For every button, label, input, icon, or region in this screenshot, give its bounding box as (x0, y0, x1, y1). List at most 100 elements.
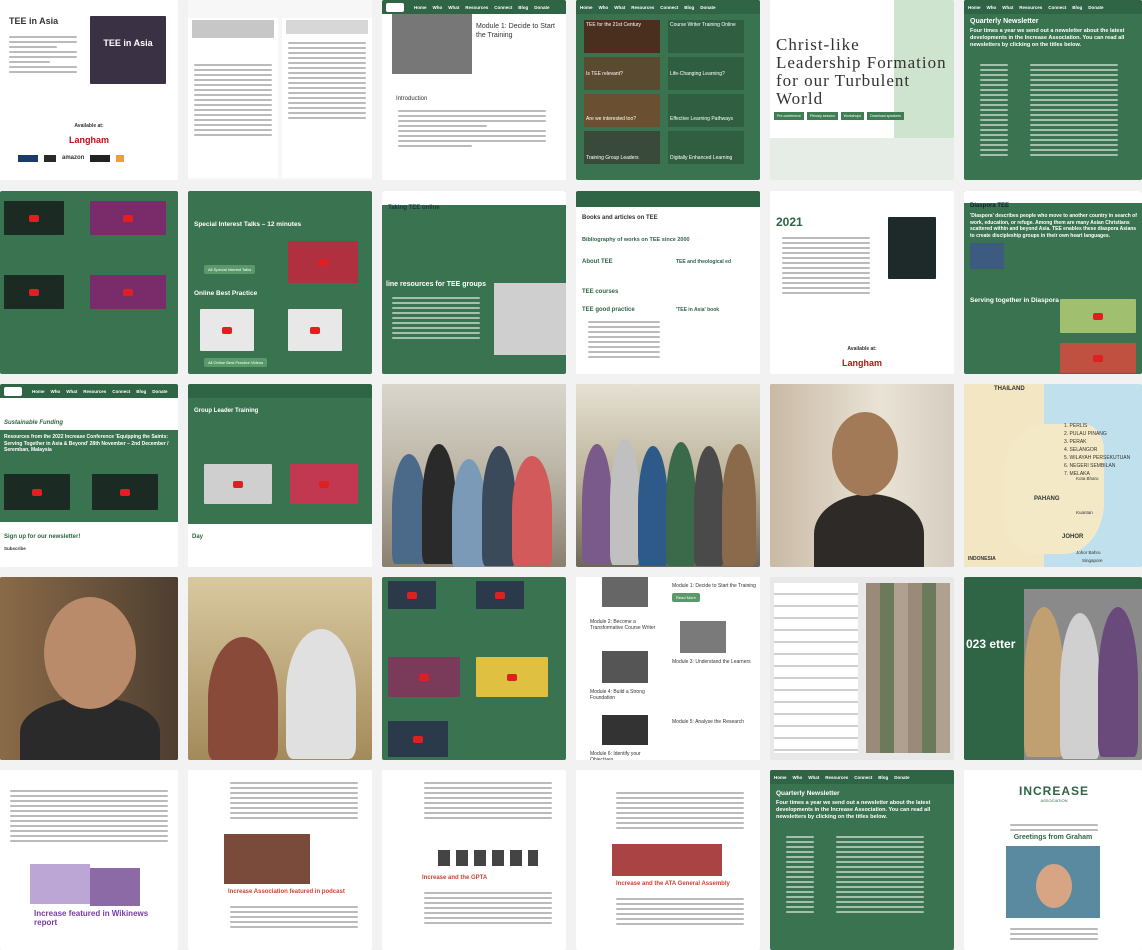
nav-item-blog[interactable]: Blog (136, 389, 146, 394)
nav-item-blog[interactable]: Blog (684, 5, 694, 10)
video-thumb[interactable]: Digitally Enhanced Learning (668, 131, 744, 164)
nav-item-resources[interactable]: Resources (631, 5, 654, 10)
nav-item-what[interactable]: What (448, 5, 459, 10)
nav-item-resources[interactable]: Resources (465, 5, 488, 10)
result-tile-training-tracks[interactable] (0, 191, 178, 374)
video-thumb[interactable] (288, 309, 342, 351)
result-tile-tee-in-asia-book[interactable]: TEE in Asia TEE in Asia Available at: La… (0, 0, 178, 180)
result-tile-video-list[interactable] (382, 577, 566, 760)
nav-item-home[interactable]: Home (580, 5, 593, 10)
read-more-button[interactable]: Read More (672, 593, 700, 602)
result-tile-greetings-graham[interactable]: INCREASE ASSOCIATION Greetings from Grah… (964, 770, 1142, 950)
video-thumb[interactable] (204, 464, 272, 504)
nav-item-donate[interactable]: Donate (1088, 5, 1103, 10)
result-tile-special-interest-talks[interactable]: Special Interest Talks – 12 minutes All … (188, 191, 372, 374)
module-link[interactable]: Module 6: Identify your Objectives (590, 751, 662, 760)
video-thumb[interactable] (90, 275, 166, 309)
video-thumb[interactable] (92, 474, 158, 510)
nav-item-resources[interactable]: Resources (1019, 5, 1042, 10)
video-thumb[interactable]: Course Writer Training Online (668, 20, 744, 53)
result-tile-quarterly-newsletter[interactable]: Home Who What Resources Connect Blog Donate Qu… (964, 0, 1142, 180)
result-tile-two-men-photo[interactable] (188, 577, 372, 760)
result-tile-sustainable-funding[interactable]: Home Who What Resources Connect Blog Donate Su… (0, 384, 178, 567)
result-tile-article-pages[interactable] (188, 0, 372, 180)
video-thumb[interactable] (1060, 343, 1136, 373)
nav-item-resources[interactable]: Resources (825, 775, 848, 780)
nav-item-donate[interactable]: Donate (534, 5, 549, 10)
result-tile-group-photo-1[interactable] (382, 384, 566, 567)
nav-item-who[interactable]: Who (793, 775, 803, 780)
nav-item-connect[interactable]: Connect (854, 775, 872, 780)
result-tile-tee-video-grid[interactable]: Home Who What Resources Connect Blog Donate TE… (576, 0, 760, 180)
video-thumb[interactable] (388, 721, 448, 757)
module-link[interactable]: Module 4: Build a Strong Foundation (590, 689, 662, 701)
conference-button[interactable]: Pre-conference (774, 112, 804, 120)
result-tile-group-photo-2[interactable] (576, 384, 760, 567)
nav-item-donate[interactable]: Donate (700, 5, 715, 10)
result-tile-course-writer-modules[interactable]: Module 1: Decide to Start the Training R… (576, 577, 760, 760)
result-tile-malaysia-map[interactable]: THAILAND 1. PERLIS 2. PULAU PINANG 3. PE… (964, 384, 1142, 567)
video-thumb[interactable] (200, 309, 254, 351)
nav-item-who[interactable]: Who (987, 5, 997, 10)
nav-item-who[interactable]: Who (599, 5, 609, 10)
video-thumb[interactable]: Training Group Leaders (584, 131, 660, 164)
result-tile-ata-article[interactable]: Increase and the ATA General Assembly (576, 770, 760, 950)
video-thumb[interactable]: Effective Learning Pathways (668, 94, 744, 127)
nav-item-home[interactable]: Home (32, 389, 45, 394)
all-talks-button[interactable]: All Special Interest Talks (204, 265, 256, 274)
video-thumb[interactable]: Is TEE relevant? (584, 57, 660, 90)
video-thumb[interactable] (4, 275, 64, 309)
result-tile-taking-tee-online[interactable]: Taking TEE online line resources for TEE… (382, 191, 566, 374)
video-thumb[interactable] (388, 581, 436, 609)
result-tile-podcast-article[interactable]: Increase Association featured in podcast (188, 770, 372, 950)
video-thumb[interactable] (90, 201, 166, 235)
result-tile-group-leader-training[interactable]: Group Leader Training Day (188, 384, 372, 567)
nav-item-donate[interactable]: Donate (152, 389, 167, 394)
bibliography-link[interactable]: Bibliography of works on TEE since 2000 (582, 237, 690, 243)
video-thumb[interactable] (4, 201, 64, 235)
nav-item-what[interactable]: What (808, 775, 819, 780)
nav-item-connect[interactable]: Connect (660, 5, 678, 10)
result-tile-wikinews-report[interactable]: Increase featured in Wikinews report (0, 770, 178, 950)
nav-item-connect[interactable]: Connect (494, 5, 512, 10)
result-tile-tee-2021[interactable]: 2021 Available at: Langham (770, 191, 954, 374)
module-link[interactable]: Module 2: Become a Transformative Course… (590, 619, 662, 631)
result-tile-newsletter-collage[interactable]: 023 etter (964, 577, 1142, 760)
video-thumb[interactable]: TEE for the 21st Century (584, 20, 660, 53)
video-thumb[interactable] (476, 581, 524, 609)
nav-item-blog[interactable]: Blog (518, 5, 528, 10)
conference-button[interactable]: Workshops (840, 112, 865, 120)
conference-button[interactable]: Download speakers (867, 112, 904, 120)
nav-item-donate[interactable]: Donate (894, 775, 909, 780)
video-thumb[interactable] (288, 241, 358, 283)
nav-item-home[interactable]: Home (774, 775, 787, 780)
nav-item-what[interactable]: What (66, 389, 77, 394)
nav-item-what[interactable]: What (1002, 5, 1013, 10)
video-thumb[interactable]: Life-Changing Learning? (668, 57, 744, 90)
nav-item-resources[interactable]: Resources (83, 389, 106, 394)
nav-item-what[interactable]: What (614, 5, 625, 10)
result-tile-conference-banner[interactable]: Christ-like Leadership Formation for our… (770, 0, 954, 180)
nav-item-who[interactable]: Who (51, 389, 61, 394)
nav-item-home[interactable]: Home (414, 5, 427, 10)
module-link[interactable]: Module 5: Analyse the Research (672, 719, 756, 725)
all-online-videos-button[interactable]: All Online Best Practice Videos (204, 358, 268, 367)
result-tile-portrait-1[interactable] (770, 384, 954, 567)
video-thumb[interactable] (1060, 299, 1136, 333)
module-link[interactable]: Module 3: Understand the Learners (672, 659, 756, 665)
video-thumb[interactable] (476, 657, 548, 697)
nav-item-connect[interactable]: Connect (112, 389, 130, 394)
result-tile-gpta-article[interactable]: Increase and the GPTA (382, 770, 566, 950)
conference-button[interactable]: Plenary session (806, 112, 838, 120)
nav-item-who[interactable]: Who (433, 5, 443, 10)
result-tile-photo-collage[interactable] (770, 577, 954, 760)
result-tile-diaspora-tee[interactable]: Diaspora TEE 'Diaspora' describes people… (964, 191, 1142, 374)
result-tile-books-articles[interactable]: Books and articles on TEE Bibliography o… (576, 191, 760, 374)
video-thumb[interactable] (4, 474, 70, 510)
video-thumb[interactable] (388, 657, 460, 697)
result-tile-portrait-2[interactable] (0, 577, 178, 760)
result-tile-quarterly-newsletter-2[interactable]: Home Who What Resources Connect Blog Donate Qu… (770, 770, 954, 950)
nav-item-connect[interactable]: Connect (1048, 5, 1066, 10)
nav-item-home[interactable]: Home (968, 5, 981, 10)
nav-item-blog[interactable]: Blog (878, 775, 888, 780)
